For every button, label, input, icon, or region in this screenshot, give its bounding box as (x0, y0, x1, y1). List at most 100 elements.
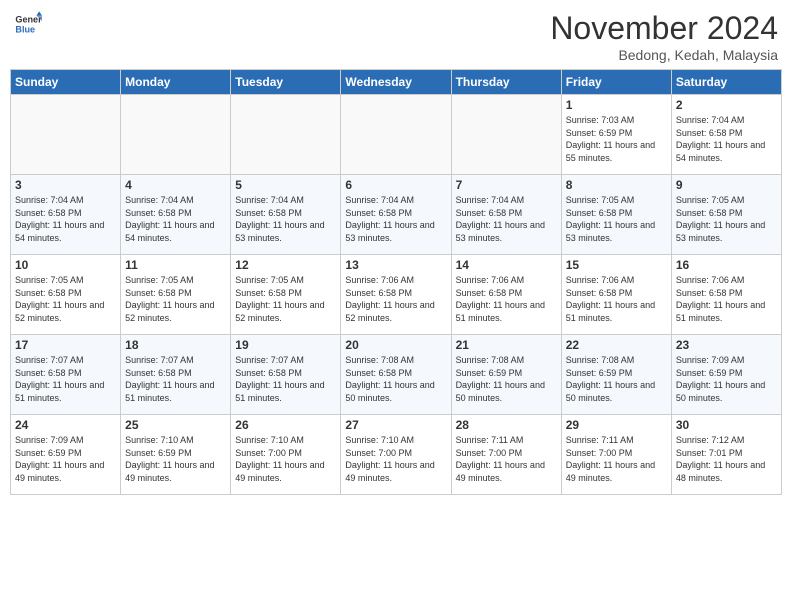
day-header-thursday: Thursday (451, 70, 561, 95)
calendar-cell: 20Sunrise: 7:08 AMSunset: 6:58 PMDayligh… (341, 335, 451, 415)
day-info: Sunrise: 7:04 AMSunset: 6:58 PMDaylight:… (15, 194, 116, 244)
calendar-cell: 19 Sunrise: 7:07 AMSunset: 6:58 PMDayligh… (231, 335, 341, 415)
day-info: Sunrise: 7:04 AMSunset: 6:58 PMDaylight:… (125, 194, 226, 244)
location: Bedong, Kedah, Malaysia (550, 47, 778, 63)
day-number: 9 (676, 178, 777, 192)
page-header: General Blue November 2024 Bedong, Kedah… (10, 10, 782, 63)
logo-icon: General Blue (14, 10, 42, 38)
calendar-week-4: 17 Sunrise: 7:07 AMSunset: 6:58 PMDayligh… (11, 335, 782, 415)
day-number: 4 (125, 178, 226, 192)
day-info: Sunrise: 7:06 AMSunset: 6:58 PMDaylight:… (345, 274, 446, 324)
day-info: Sunrise: 7:10 AMSunset: 7:00 PMDaylight:… (345, 434, 446, 484)
calendar-cell: 16 Sunrise: 7:06 AMSunset: 6:58 PMDayligh… (671, 255, 781, 335)
calendar-table: SundayMondayTuesdayWednesdayThursdayFrid… (10, 69, 782, 495)
day-info: Sunrise: 7:08 AMSunset: 6:59 PMDaylight:… (566, 354, 667, 404)
day-number: 1 (566, 98, 667, 112)
day-number: 10 (15, 258, 116, 272)
calendar-week-2: 3 Sunrise: 7:04 AMSunset: 6:58 PMDaylight… (11, 175, 782, 255)
calendar-cell: 14Sunrise: 7:06 AMSunset: 6:58 PMDayligh… (451, 255, 561, 335)
day-number: 27 (345, 418, 446, 432)
day-info: Sunrise: 7:08 AMSunset: 6:58 PMDaylight:… (345, 354, 446, 404)
day-info: Sunrise: 7:06 AMSunset: 6:58 PMDaylight:… (676, 274, 777, 324)
calendar-cell: 4 Sunrise: 7:04 AMSunset: 6:58 PMDaylight… (121, 175, 231, 255)
day-number: 14 (456, 258, 557, 272)
day-info: Sunrise: 7:10 AMSunset: 6:59 PMDaylight:… (125, 434, 226, 484)
day-info: Sunrise: 7:07 AMSunset: 6:58 PMDaylight:… (235, 354, 336, 404)
day-info: Sunrise: 7:12 AMSunset: 7:01 PMDaylight:… (676, 434, 777, 484)
day-info: Sunrise: 7:04 AMSunset: 6:58 PMDaylight:… (676, 114, 777, 164)
calendar-cell: 7 Sunrise: 7:04 AMSunset: 6:58 PMDaylight… (451, 175, 561, 255)
calendar-cell: 17 Sunrise: 7:07 AMSunset: 6:58 PMDayligh… (11, 335, 121, 415)
day-number: 30 (676, 418, 777, 432)
day-number: 2 (676, 98, 777, 112)
day-number: 8 (566, 178, 667, 192)
day-number: 15 (566, 258, 667, 272)
calendar-cell (121, 95, 231, 175)
day-info: Sunrise: 7:05 AMSunset: 6:58 PMDaylight:… (235, 274, 336, 324)
day-number: 19 (235, 338, 336, 352)
calendar-cell: 21Sunrise: 7:08 AMSunset: 6:59 PMDayligh… (451, 335, 561, 415)
calendar-cell: 23Sunrise: 7:09 AMSunset: 6:59 PMDayligh… (671, 335, 781, 415)
day-header-tuesday: Tuesday (231, 70, 341, 95)
day-number: 24 (15, 418, 116, 432)
day-number: 3 (15, 178, 116, 192)
day-info: Sunrise: 7:07 AMSunset: 6:58 PMDaylight:… (125, 354, 226, 404)
calendar-cell: 12 Sunrise: 7:05 AMSunset: 6:58 PMDayligh… (231, 255, 341, 335)
day-number: 29 (566, 418, 667, 432)
calendar-cell: 5 Sunrise: 7:04 AMSunset: 6:58 PMDaylight… (231, 175, 341, 255)
day-number: 11 (125, 258, 226, 272)
day-header-friday: Friday (561, 70, 671, 95)
calendar-cell: 3 Sunrise: 7:04 AMSunset: 6:58 PMDaylight… (11, 175, 121, 255)
calendar-cell: 15 Sunrise: 7:06 AMSunset: 6:58 PMDayligh… (561, 255, 671, 335)
day-info: Sunrise: 7:04 AMSunset: 6:58 PMDaylight:… (345, 194, 446, 244)
day-number: 22 (566, 338, 667, 352)
calendar-cell: 27 Sunrise: 7:10 AMSunset: 7:00 PMDayligh… (341, 415, 451, 495)
svg-text:Blue: Blue (15, 24, 35, 34)
calendar-cell: 25 Sunrise: 7:10 AMSunset: 6:59 PMDayligh… (121, 415, 231, 495)
day-number: 12 (235, 258, 336, 272)
day-info: Sunrise: 7:03 AMSunset: 6:59 PMDaylight:… (566, 114, 667, 164)
calendar-cell (451, 95, 561, 175)
calendar-cell: 9 Sunrise: 7:05 AMSunset: 6:58 PMDaylight… (671, 175, 781, 255)
calendar-cell (341, 95, 451, 175)
calendar-cell: 2 Sunrise: 7:04 AMSunset: 6:58 PMDaylight… (671, 95, 781, 175)
day-info: Sunrise: 7:06 AMSunset: 6:58 PMDaylight:… (566, 274, 667, 324)
day-info: Sunrise: 7:09 AMSunset: 6:59 PMDaylight:… (676, 354, 777, 404)
calendar-cell: 11 Sunrise: 7:05 AMSunset: 6:58 PMDayligh… (121, 255, 231, 335)
day-number: 17 (15, 338, 116, 352)
day-header-monday: Monday (121, 70, 231, 95)
calendar-cell: 10 Sunrise: 7:05 AMSunset: 6:58 PMDayligh… (11, 255, 121, 335)
day-number: 7 (456, 178, 557, 192)
logo: General Blue (14, 10, 42, 38)
calendar-header-row: SundayMondayTuesdayWednesdayThursdayFrid… (11, 70, 782, 95)
calendar-cell (231, 95, 341, 175)
calendar-cell: 24Sunrise: 7:09 AMSunset: 6:59 PMDayligh… (11, 415, 121, 495)
calendar-cell: 22 Sunrise: 7:08 AMSunset: 6:59 PMDayligh… (561, 335, 671, 415)
day-number: 6 (345, 178, 446, 192)
day-info: Sunrise: 7:05 AMSunset: 6:58 PMDaylight:… (676, 194, 777, 244)
day-info: Sunrise: 7:08 AMSunset: 6:59 PMDaylight:… (456, 354, 557, 404)
calendar-cell (11, 95, 121, 175)
day-number: 25 (125, 418, 226, 432)
calendar-week-5: 24Sunrise: 7:09 AMSunset: 6:59 PMDayligh… (11, 415, 782, 495)
day-number: 16 (676, 258, 777, 272)
calendar-week-3: 10 Sunrise: 7:05 AMSunset: 6:58 PMDayligh… (11, 255, 782, 335)
title-block: November 2024 Bedong, Kedah, Malaysia (550, 10, 778, 63)
day-info: Sunrise: 7:07 AMSunset: 6:58 PMDaylight:… (15, 354, 116, 404)
calendar-week-1: 1 Sunrise: 7:03 AMSunset: 6:59 PMDaylight… (11, 95, 782, 175)
day-number: 5 (235, 178, 336, 192)
day-info: Sunrise: 7:05 AMSunset: 6:58 PMDaylight:… (566, 194, 667, 244)
day-info: Sunrise: 7:04 AMSunset: 6:58 PMDaylight:… (456, 194, 557, 244)
day-number: 18 (125, 338, 226, 352)
day-info: Sunrise: 7:05 AMSunset: 6:58 PMDaylight:… (15, 274, 116, 324)
calendar-cell: 29Sunrise: 7:11 AMSunset: 7:00 PMDayligh… (561, 415, 671, 495)
day-number: 26 (235, 418, 336, 432)
day-info: Sunrise: 7:04 AMSunset: 6:58 PMDaylight:… (235, 194, 336, 244)
calendar-cell: 28Sunrise: 7:11 AMSunset: 7:00 PMDayligh… (451, 415, 561, 495)
calendar-cell: 13 Sunrise: 7:06 AMSunset: 6:58 PMDayligh… (341, 255, 451, 335)
calendar-cell: 8 Sunrise: 7:05 AMSunset: 6:58 PMDaylight… (561, 175, 671, 255)
day-info: Sunrise: 7:05 AMSunset: 6:58 PMDaylight:… (125, 274, 226, 324)
calendar-cell: 26Sunrise: 7:10 AMSunset: 7:00 PMDayligh… (231, 415, 341, 495)
day-number: 13 (345, 258, 446, 272)
day-header-wednesday: Wednesday (341, 70, 451, 95)
